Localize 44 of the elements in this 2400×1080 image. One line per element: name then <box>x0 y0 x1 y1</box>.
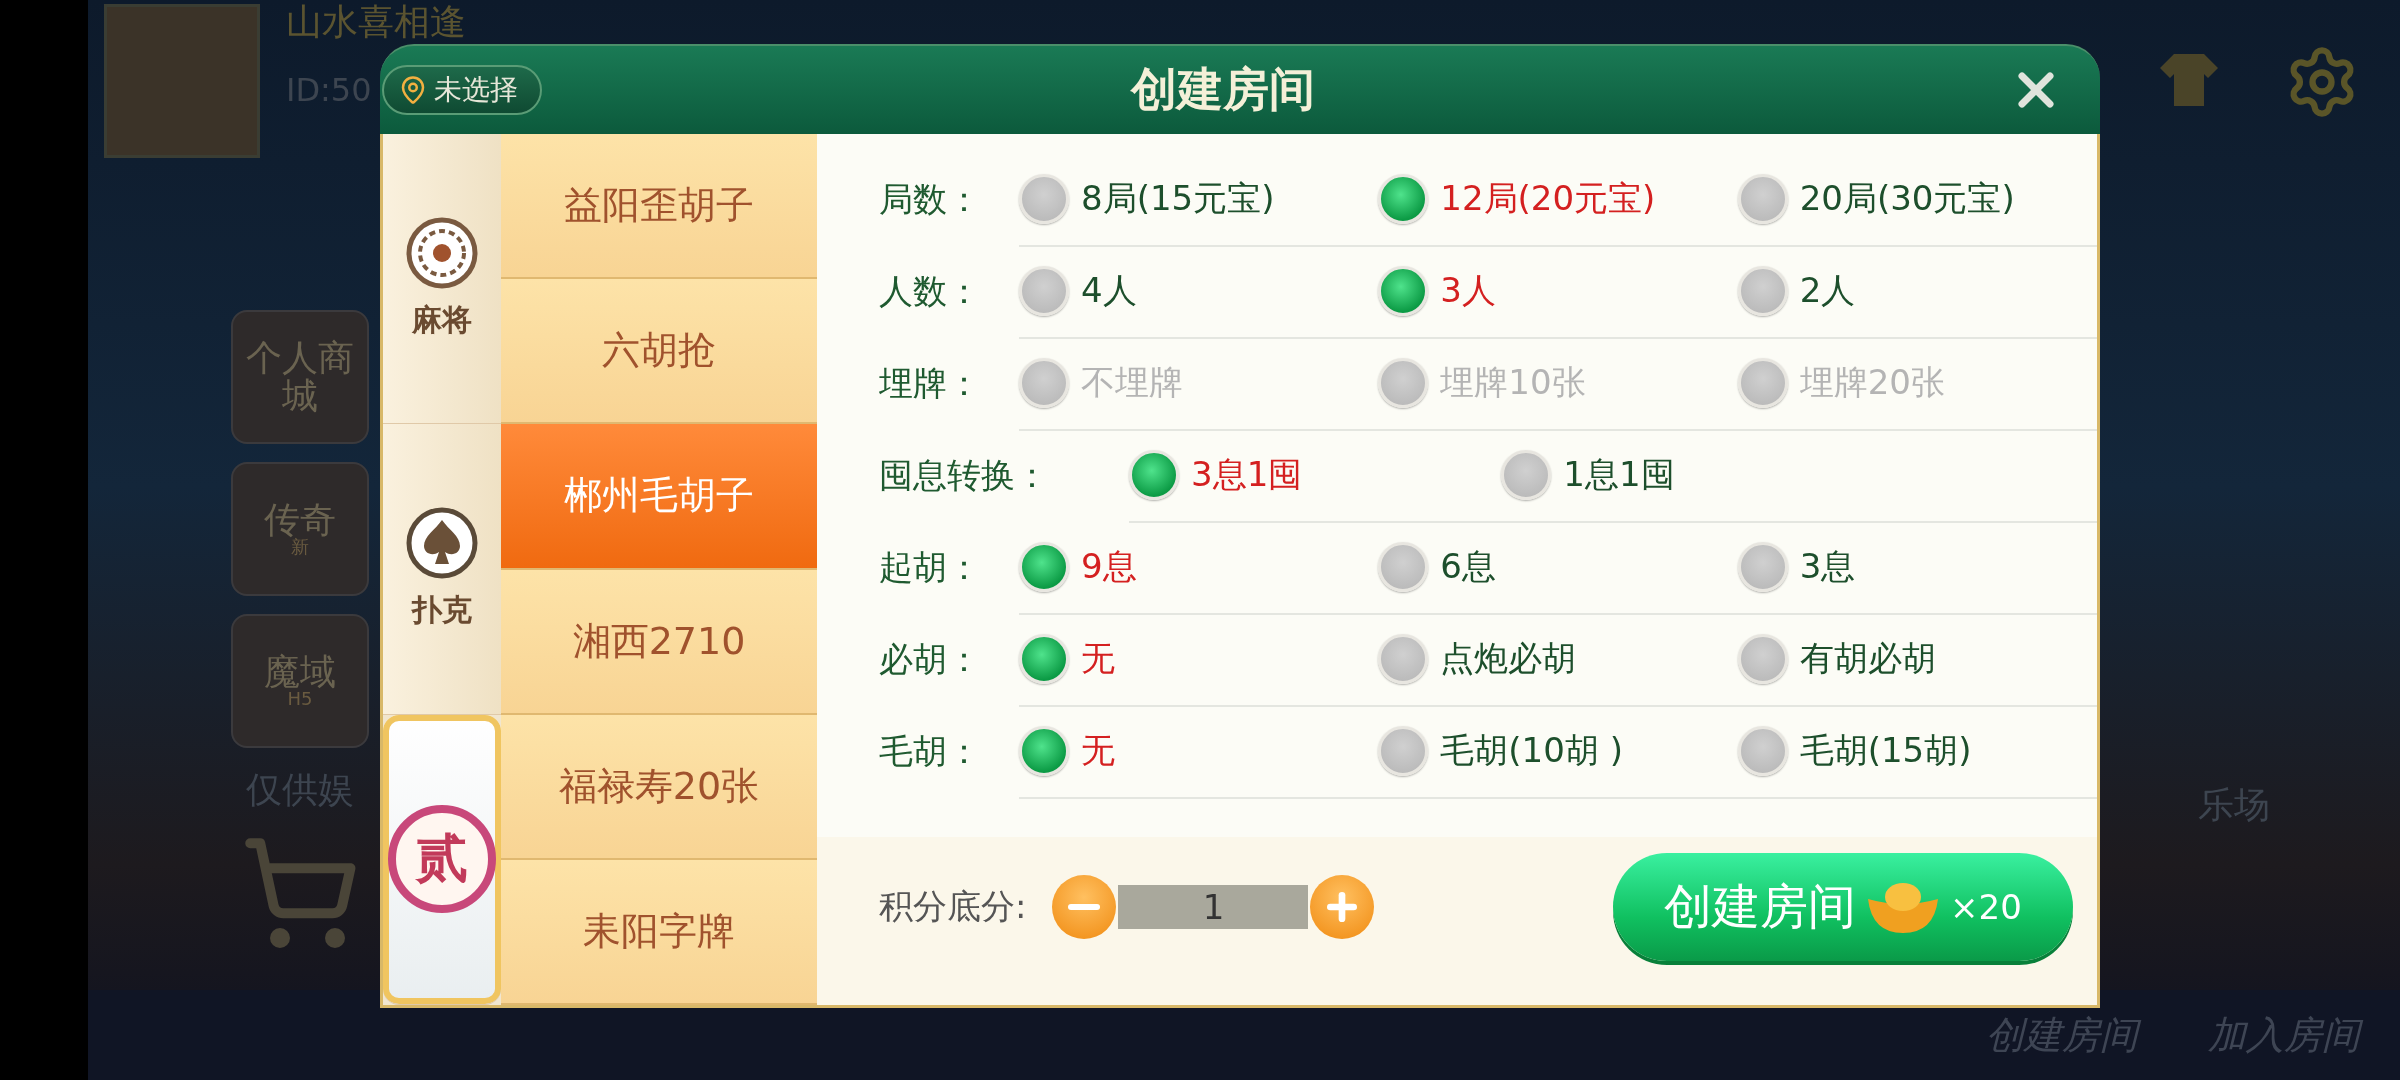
radio-option[interactable]: 毛胡(10胡 ) <box>1378 726 1623 776</box>
flower-emblem-icon <box>405 216 479 291</box>
setting-label: 囤息转换： <box>879 454 1050 497</box>
setting-label: 人数： <box>879 270 982 313</box>
radio-option[interactable]: 6息 <box>1378 542 1496 592</box>
radio-option[interactable]: 1息1囤 <box>1501 450 1675 500</box>
game-list-item[interactable]: 福禄寿20张 <box>501 714 817 860</box>
minus-icon <box>1068 904 1101 910</box>
game-list-item[interactable]: 益阳歪胡子 <box>501 134 817 280</box>
setting-label: 埋牌： <box>879 362 982 405</box>
radio-option[interactable]: 有胡必胡 <box>1737 634 1936 684</box>
game-list-item[interactable]: 六胡抢 <box>501 279 817 425</box>
setting-label: 起胡： <box>879 546 982 589</box>
radio-option[interactable]: 3息 <box>1737 542 1856 592</box>
player-name: 山水喜相逢 <box>286 4 466 40</box>
game-list-item[interactable]: 湘西2710 <box>501 569 817 715</box>
radio-option[interactable]: 20局(30元宝) <box>1737 174 2015 224</box>
setting-label: 毛胡： <box>879 730 982 773</box>
score-label: 积分底分: <box>879 885 1027 928</box>
dialog-title: 创建房间 <box>1131 61 1315 118</box>
category-label: 扑克 <box>412 591 472 630</box>
category-label: 麻将 <box>412 301 472 340</box>
radio-option[interactable]: 4人 <box>1019 266 1137 316</box>
setting-label: 局数： <box>879 178 982 221</box>
setting-label: 必胡： <box>879 638 982 681</box>
radio-option[interactable]: 3息1囤 <box>1129 450 1303 500</box>
game-list-item[interactable]: 耒阳字牌 <box>501 859 817 1006</box>
game-list-item[interactable]: 郴州毛胡子 <box>501 424 817 570</box>
radio-option[interactable]: 9息 <box>1019 542 1137 592</box>
badge-emblem: 贰 <box>388 805 496 914</box>
category-tab[interactable]: 贰 <box>383 714 501 1005</box>
side-tag: 新 <box>291 538 309 558</box>
category-tab[interactable]: 扑克 <box>383 424 501 715</box>
score-value-field[interactable]: 1 <box>1118 885 1309 929</box>
radio-option[interactable]: 点炮必胡 <box>1378 634 1577 684</box>
radio-option[interactable]: 12局(20元宝) <box>1378 174 1656 224</box>
side-tag: H5 <box>287 690 313 710</box>
radio-option[interactable]: 毛胡(15胡) <box>1737 726 1972 776</box>
radio-option[interactable]: 2人 <box>1737 266 1856 316</box>
radio-option[interactable]: 8局(15元宝) <box>1019 174 1275 224</box>
radio-option[interactable]: 3人 <box>1378 266 1496 316</box>
spade-icon <box>405 506 479 581</box>
location-button[interactable]: 未选择 <box>382 65 542 115</box>
category-tab[interactable]: 麻将 <box>383 134 501 425</box>
